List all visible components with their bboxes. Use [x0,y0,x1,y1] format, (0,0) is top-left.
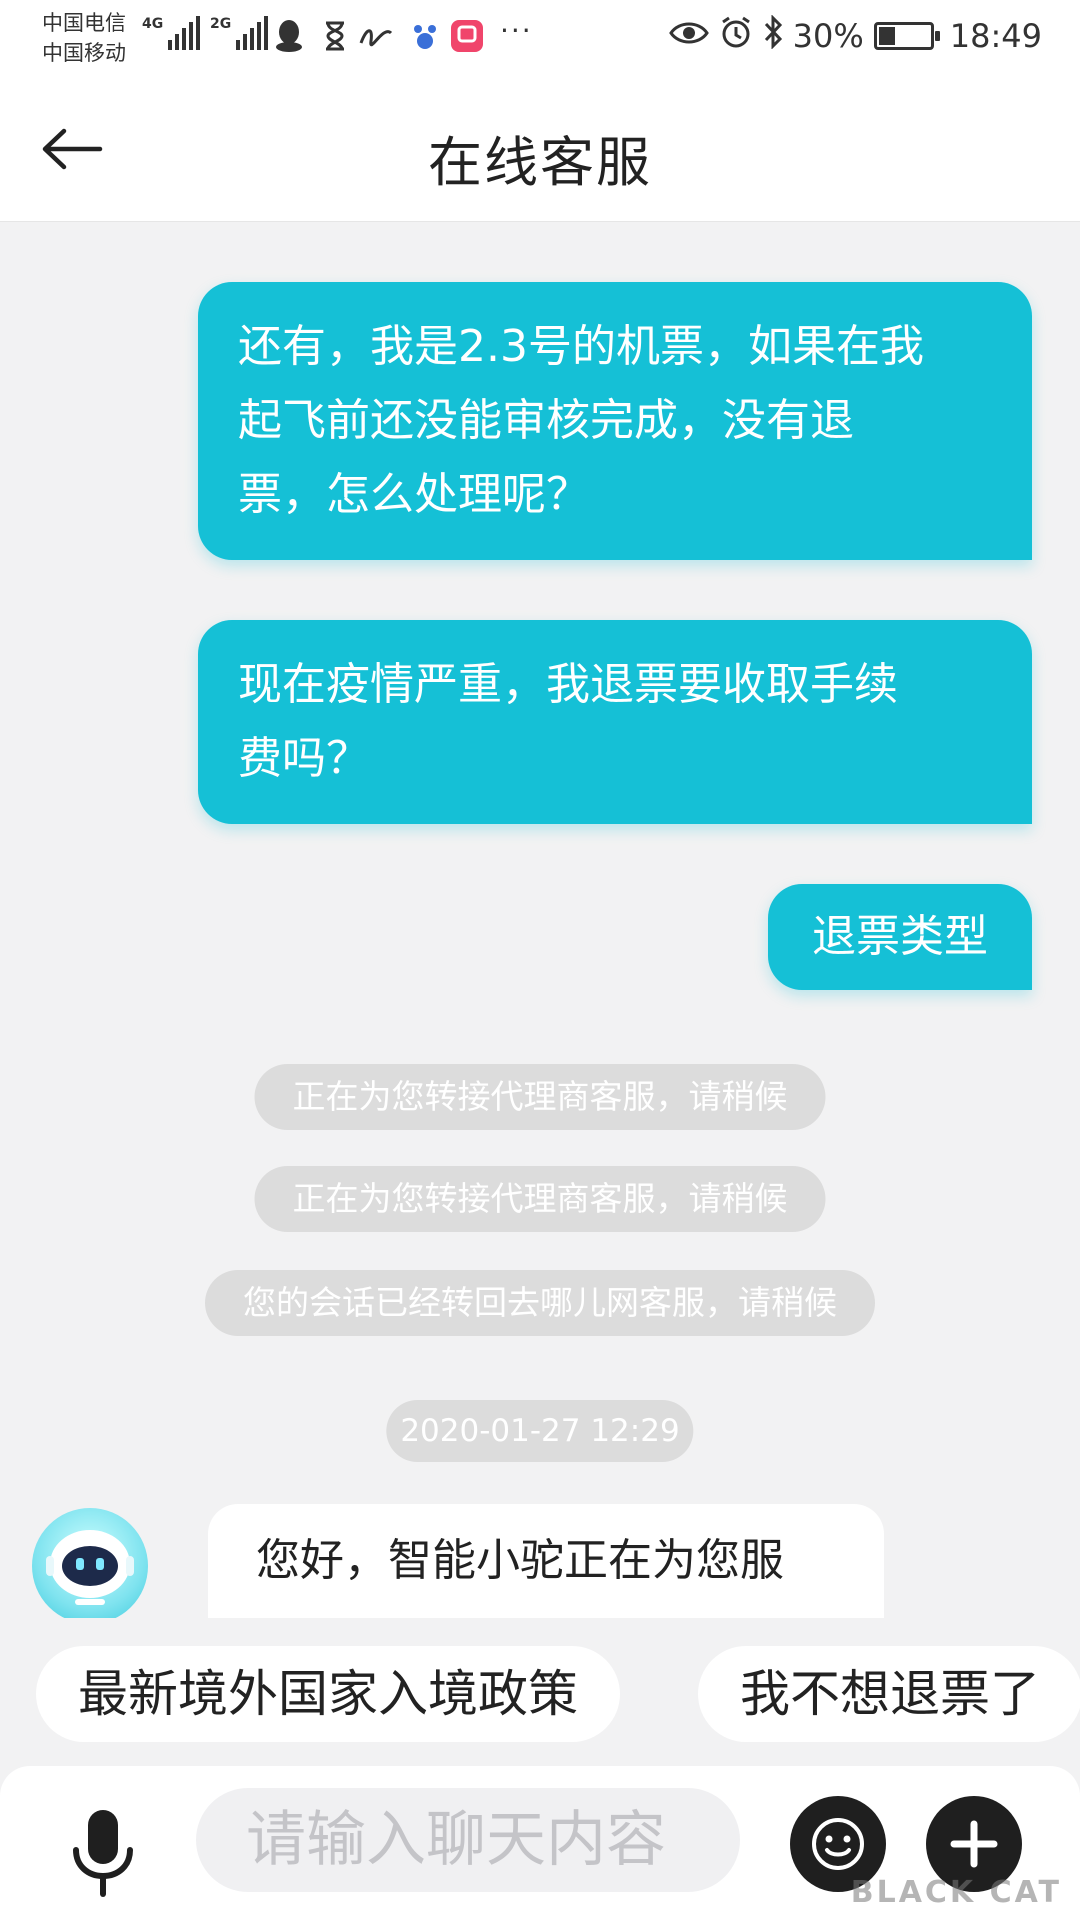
system-notice: 正在为您转接代理商客服，请稍候 [254,1064,826,1130]
input-bar: BLACK CAT [0,1766,1080,1920]
plus-icon [950,1820,998,1868]
carrier-2: 中国移动 [42,41,126,65]
battery-icon [873,22,940,50]
quick-reply-bar: 最新境外国家入境政策 我不想退票了 [0,1618,1080,1760]
user-message-bubble: 现在疫情严重，我退票要收取手续 费吗？ [198,620,1032,824]
message-line: 起飞前还没能审核完成，没有退 [238,395,854,446]
quick-reply-chip[interactable]: 最新境外国家入境政策 [36,1646,620,1742]
app-header: 在线客服 [0,76,1080,222]
chat-timestamp: 2020-01-27 12:29 [386,1400,694,1462]
qq-notification-icon [272,18,306,54]
robot-avatar-icon[interactable] [32,1508,148,1624]
status-bar: 中国电信 中国移动 4G 2G ··· 30% 18:49 [0,0,1080,76]
signal-strength-1-icon: 4G [142,16,201,50]
chat-input[interactable] [196,1788,740,1892]
bot-message-bubble: 您好，智能小驼正在为您服 [208,1504,884,1618]
message-line: 退票类型 [812,911,988,962]
voice-input-button[interactable] [68,1806,138,1902]
emoji-icon [812,1818,864,1870]
user-message-bubble: 还有，我是2.3号的机票，如果在我 起飞前还没能审核完成，没有退 票，怎么处理呢… [198,282,1032,560]
microphone-icon [73,1810,133,1897]
message-line: 票，怎么处理呢？ [238,469,590,520]
bot-message-text: 您好，智能小驼正在为您服 [256,1535,784,1586]
alarm-icon [719,15,753,57]
battery-percent: 30% [792,17,864,55]
baidu-app-icon [408,18,442,54]
bluetooth-icon [763,14,783,57]
message-line: 费吗？ [238,733,370,784]
more-notifications-indicator: ··· [500,14,533,47]
network-type-2: 2G [210,16,232,32]
clock: 18:49 [949,17,1042,55]
status-right: 30% 18:49 [668,14,1042,58]
carrier-1: 中国电信 [42,11,126,35]
hourglass-icon [318,18,352,54]
signal-strength-2-icon: 2G [210,16,269,50]
network-type-1: 4G [142,16,164,32]
message-line: 现在疫情严重，我退票要收取手续 [238,659,898,710]
system-notice: 正在为您转接代理商客服，请稍候 [254,1166,826,1232]
message-line: 还有，我是2.3号的机票，如果在我 [238,321,924,372]
quick-reply-chip[interactable]: 我不想退票了 [698,1646,1080,1742]
study-app-icon [356,18,396,54]
watermark: BLACK CAT [850,1875,1062,1910]
system-notice: 您的会话已经转回去哪儿网客服，请稍候 [205,1270,875,1336]
carrier-labels: 中国电信 中国移动 [42,8,126,68]
music-app-icon [450,18,484,54]
user-message-bubble: 退票类型 [768,884,1032,990]
eye-comfort-icon [668,17,709,55]
page-title: 在线客服 [428,131,652,194]
